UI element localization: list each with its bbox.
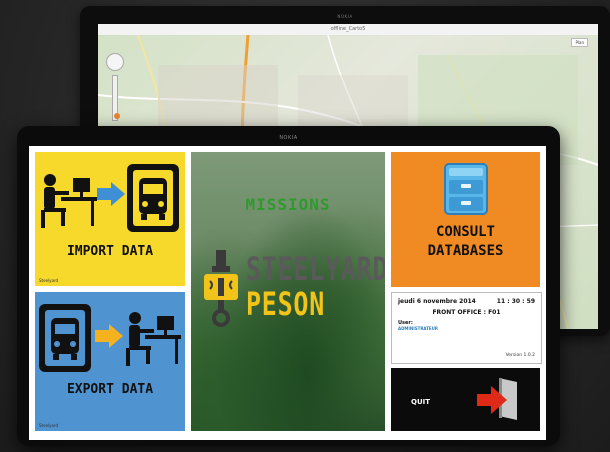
import-data-tile[interactable]: IMPORT DATA Steelyard: [35, 152, 185, 286]
missions-tile[interactable]: MISSIONS STEELYARD PESON: [191, 152, 385, 431]
front-office-id: FRONT OFFICE : F01: [432, 309, 501, 316]
truck-icon: [39, 304, 91, 372]
person-at-computer-icon: [126, 312, 181, 366]
import-illustration: [41, 164, 179, 232]
front-brand-label: NOKIA: [279, 135, 298, 141]
person-at-computer-icon: [41, 174, 97, 228]
app-screen: IMPORT DATA Steelyard EXPORT DATA Steely…: [29, 146, 546, 440]
export-illustration: [39, 304, 181, 372]
app-version: Version 1.0.2: [505, 353, 535, 358]
session-info-panel: jeudi 6 novembre 2014 11 : 30 : 59 FRONT…: [391, 292, 542, 364]
arrow-right-icon: [95, 324, 123, 348]
import-note: Steelyard: [39, 278, 59, 283]
export-data-label: EXPORT DATA: [66, 382, 154, 397]
import-data-label: IMPORT DATA: [66, 244, 154, 259]
session-time: 11 : 30 : 59: [496, 298, 535, 305]
database-cabinet-icon: [444, 163, 488, 215]
consult-databases-tile[interactable]: CONSULT DATABASES: [391, 152, 540, 287]
user-value: ADMINISTRATEUR: [398, 326, 438, 331]
export-data-tile[interactable]: EXPORT DATA Steelyard: [35, 292, 185, 431]
back-brand-label: NOKIA: [337, 14, 353, 19]
app-title-line1: STEELYARD: [246, 250, 385, 288]
front-tablet: NOKIA IMPORT DATA Steelyard EXPORT DATA …: [17, 126, 560, 446]
truck-icon: [127, 164, 179, 232]
quit-tile[interactable]: QUIT: [391, 368, 540, 431]
map-type-button[interactable]: Plan: [571, 38, 588, 47]
consult-label-line1: CONSULT: [435, 224, 495, 240]
session-date: jeudi 6 novembre 2014: [398, 298, 476, 305]
quit-label: QUIT: [411, 398, 431, 406]
exit-door-icon: [477, 378, 517, 420]
app-title-line2: PESON: [246, 285, 326, 323]
missions-heading: MISSIONS: [245, 195, 331, 214]
consult-label-line2: DATABASES: [427, 243, 504, 259]
export-note: Steelyard: [39, 423, 59, 428]
arrow-right-icon: [97, 182, 125, 206]
steelyard-scale-icon: [204, 250, 238, 327]
map-location-icon: [114, 113, 120, 119]
map-pan-control[interactable]: [106, 53, 124, 71]
